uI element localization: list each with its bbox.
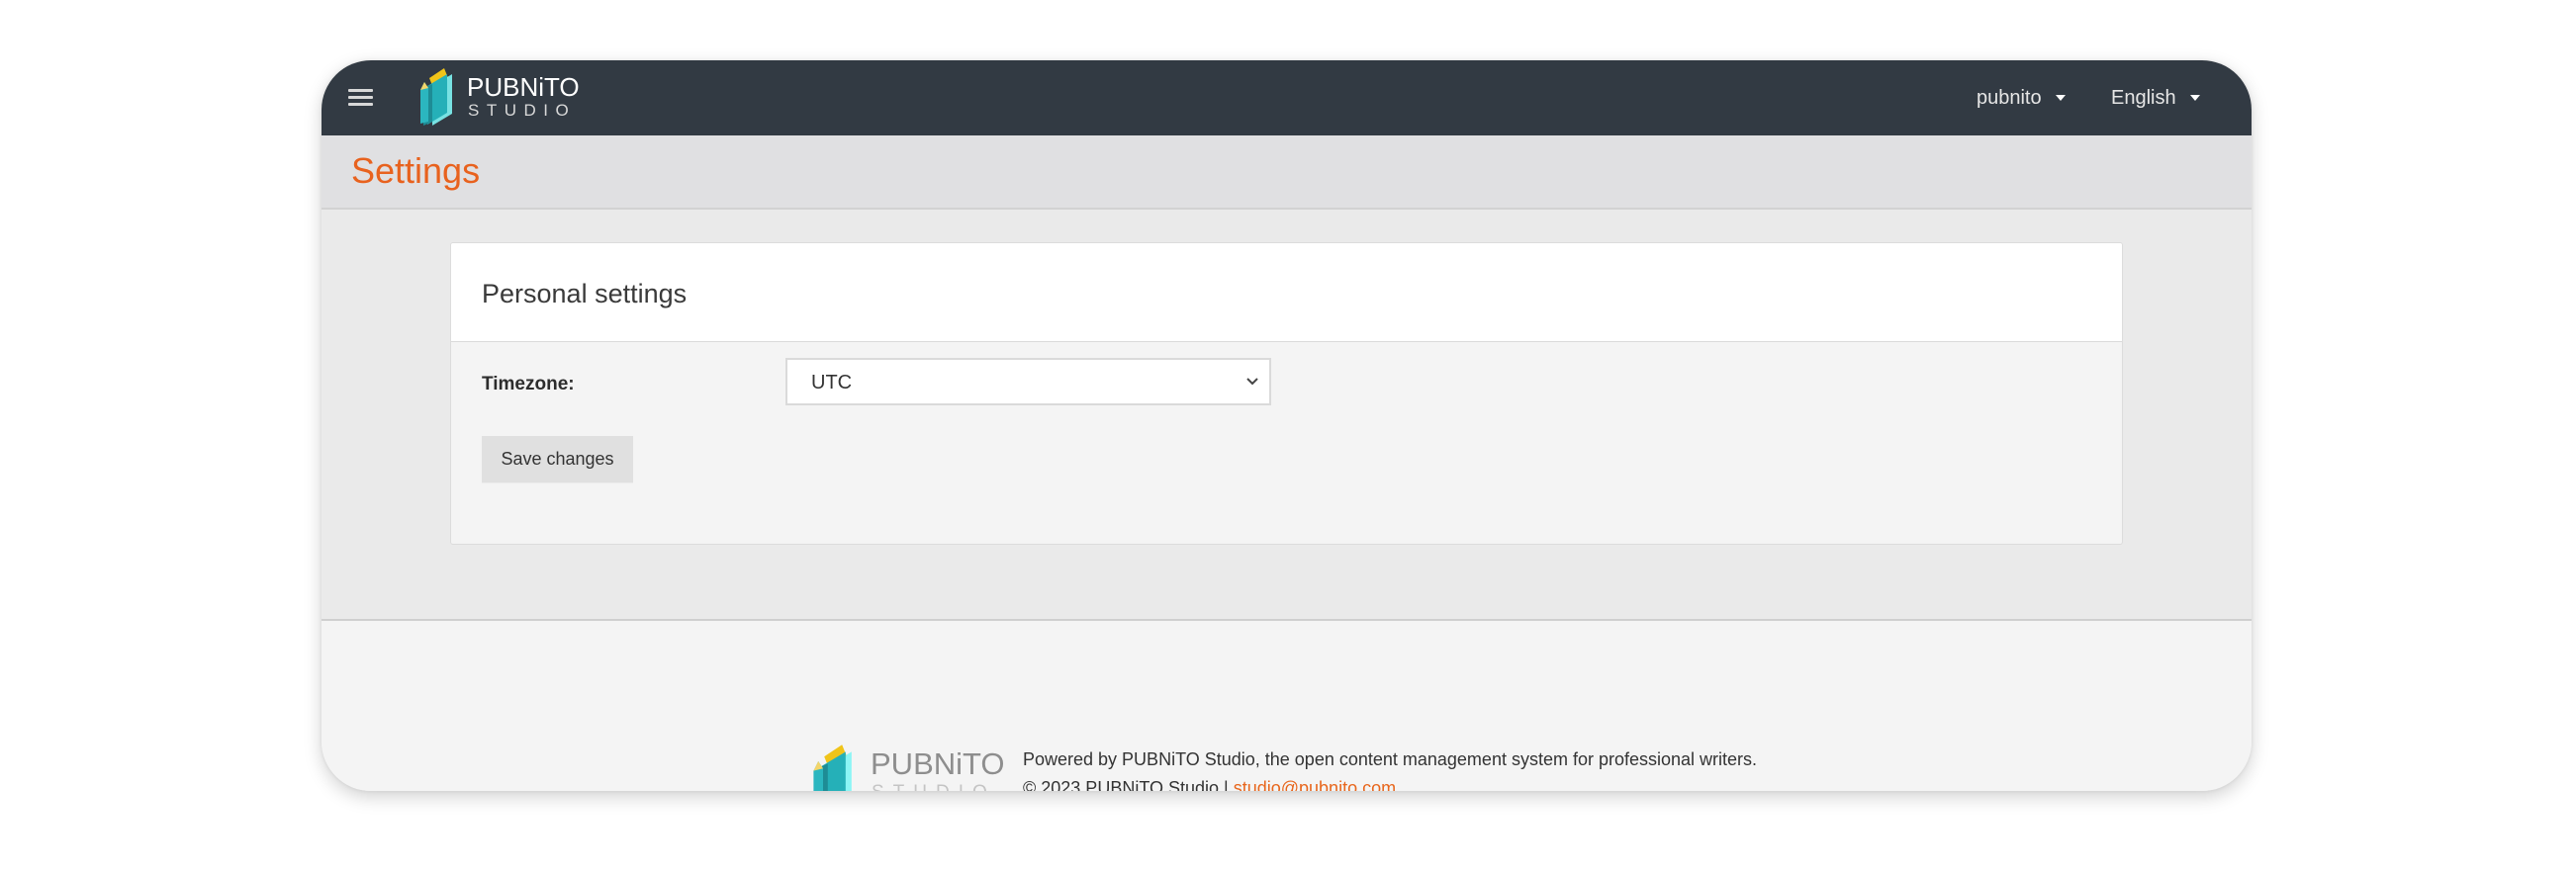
timezone-selected-value: UTC: [811, 372, 853, 393]
footer-text: Powered by PUBNiTO Studio, the open cont…: [1023, 745, 1757, 791]
contact-email-link[interactable]: studio@pubnito.com: [1234, 778, 1396, 791]
page-title: Settings: [351, 150, 481, 191]
footer-brand-name: PUBNiTO: [871, 746, 1005, 781]
caret-down-icon: [2189, 95, 2200, 101]
pubnito-book-logo-icon: [813, 744, 852, 791]
language-menu-label: English: [2111, 87, 2176, 109]
card-title: Personal settings: [482, 279, 688, 308]
navbar-logo[interactable]: PUBNiTO STUDIO: [418, 66, 580, 130]
brand-name: PUBNiTO: [467, 72, 580, 102]
hamburger-menu-icon[interactable]: [348, 88, 373, 108]
personal-settings-card: Personal settings Timezone: UTC Save cha…: [450, 242, 2123, 545]
powered-by-text: Powered by PUBNiTO Studio, the open cont…: [1023, 749, 1758, 769]
timezone-label: Timezone:: [482, 374, 575, 394]
copyright-text: © 2023 PUBNiTO Studio |: [1023, 778, 1234, 791]
brand-subtitle: STUDIO: [468, 101, 577, 120]
caret-down-icon: [2055, 95, 2066, 101]
save-changes-button[interactable]: Save changes: [482, 436, 633, 483]
page-header: Settings: [322, 135, 2252, 210]
footer: PUBNiTO STUDIO Powered by PUBNiTO Studio…: [322, 621, 2252, 791]
timezone-select[interactable]: UTC: [785, 358, 1271, 405]
language-menu-dropdown[interactable]: English: [2111, 86, 2200, 110]
card-header: Personal settings: [451, 243, 2122, 342]
pubnito-book-logo-icon: [420, 68, 452, 126]
chevron-down-icon: [1246, 378, 1258, 386]
copyright-line: © 2023 PUBNiTO Studio | studio@pubnito.c…: [1023, 774, 1757, 791]
app-window: PUBNiTO STUDIO pubnito English Settings …: [322, 60, 2252, 791]
user-menu-label: pubnito: [1977, 87, 2042, 109]
footer-brand-subtitle: STUDIO: [872, 783, 996, 791]
user-menu-dropdown[interactable]: pubnito: [1977, 86, 2066, 110]
top-navbar: PUBNiTO STUDIO pubnito English: [322, 60, 2252, 135]
main-content: Personal settings Timezone: UTC Save cha…: [322, 210, 2252, 621]
